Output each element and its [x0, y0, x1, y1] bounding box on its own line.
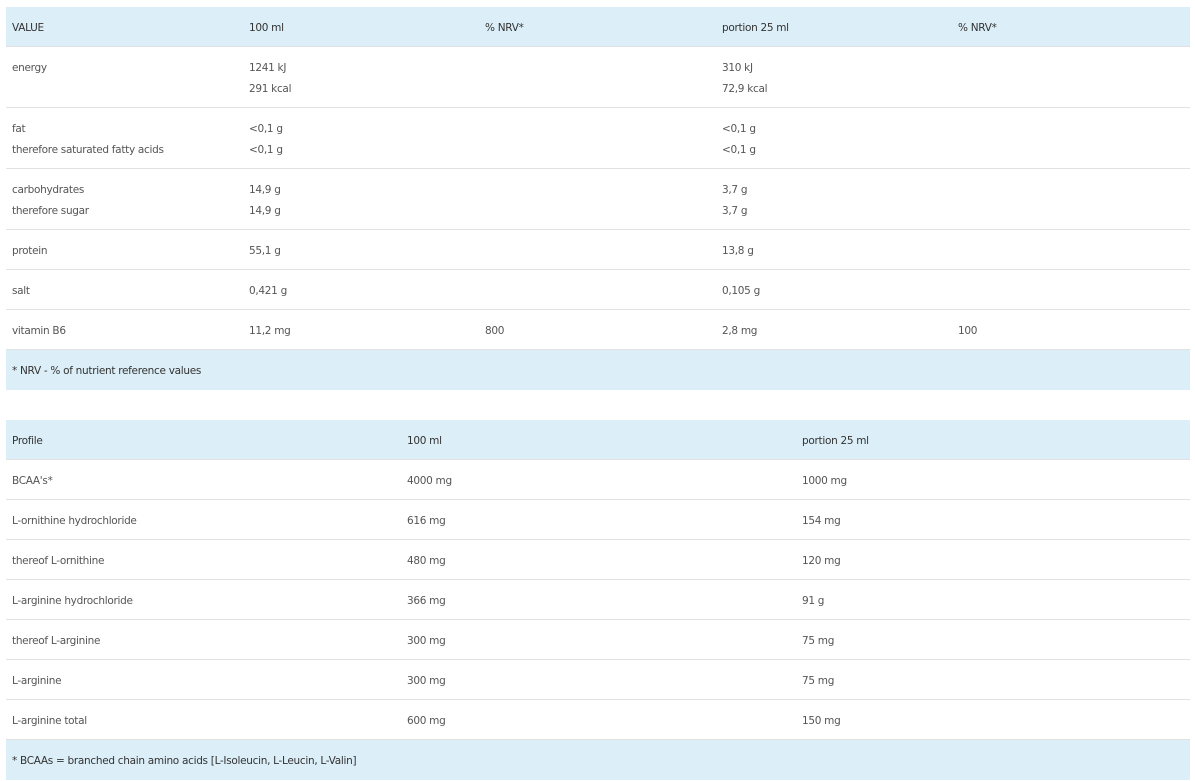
- header-profile: Profile: [12, 435, 43, 447]
- value-portion: <0,1 g <0,1 g: [722, 123, 756, 156]
- profile-label: BCAA's*: [12, 475, 53, 487]
- bcaa-footnote: * BCAAs = branched chain amino acids [L-…: [12, 755, 357, 767]
- profile-footnote-row: * BCAAs = branched chain amino acids [L-…: [6, 740, 1190, 780]
- value-100ml: <0,1 g <0,1 g: [249, 123, 283, 156]
- value-100ml: 14,9 g 14,9 g: [249, 184, 281, 217]
- header-100ml: 100 ml: [407, 435, 442, 447]
- table-row: thereof L-arginine 300 mg 75 mg: [6, 620, 1190, 660]
- nrv-footnote: * NRV - % of nutrient reference values: [12, 365, 202, 377]
- header-portion: portion 25 ml: [722, 22, 789, 34]
- header-nrv-portion: % NRV*: [958, 22, 997, 34]
- nutrient-label: carbohydrates therefore sugar: [12, 184, 89, 217]
- value-100ml: 4000 mg: [407, 475, 452, 487]
- table-row: thereof L-ornithine 480 mg 120 mg: [6, 540, 1190, 580]
- value-portion: 75 mg: [802, 635, 835, 647]
- nutrition-footnote-row: * NRV - % of nutrient reference values: [6, 350, 1190, 390]
- table-row: L-arginine hydrochloride 366 mg 91 g: [6, 580, 1190, 620]
- table-row: BCAA's* 4000 mg 1000 mg: [6, 460, 1190, 500]
- value-portion: 154 mg: [802, 515, 841, 527]
- value-100ml: 11,2 mg: [249, 325, 291, 337]
- nrv-100ml: 800: [485, 325, 505, 337]
- table-row: L-arginine 300 mg 75 mg: [6, 660, 1190, 700]
- nutrient-label: fat therefore saturated fatty acids: [12, 123, 164, 156]
- nrv-portion: 100: [958, 325, 978, 337]
- value-100ml: 616 mg: [407, 515, 446, 527]
- value-portion: 1000 mg: [802, 475, 847, 487]
- amino-profile-table: Profile 100 ml portion 25 ml BCAA's* 400…: [6, 420, 1190, 780]
- table-row: L-arginine total 600 mg 150 mg: [6, 700, 1190, 740]
- table-row: energy 1241 kJ 291 kcal 310 kJ 72,9 kcal: [6, 47, 1190, 108]
- header-portion: portion 25 ml: [802, 435, 869, 447]
- profile-label: L-ornithine hydrochloride: [12, 515, 137, 527]
- table-row: fat therefore saturated fatty acids <0,1 …: [6, 108, 1190, 169]
- table-row: carbohydrates therefore sugar 14,9 g 14,9 …: [6, 169, 1190, 230]
- value-portion: 75 mg: [802, 675, 835, 687]
- header-100ml: 100 ml: [249, 22, 284, 34]
- value-100ml: 480 mg: [407, 555, 446, 567]
- nutrient-label: energy: [12, 62, 47, 74]
- profile-label: L-arginine: [12, 675, 62, 687]
- nutrient-label: salt: [12, 285, 30, 297]
- table-row: protein 55,1 g 13,8 g: [6, 230, 1190, 270]
- value-portion: 150 mg: [802, 715, 841, 727]
- value-portion: 2,8 mg: [722, 325, 758, 337]
- profile-label: thereof L-ornithine: [12, 555, 105, 567]
- value-100ml: 55,1 g: [249, 245, 281, 257]
- value-100ml: 1241 kJ 291 kcal: [249, 62, 292, 95]
- value-100ml: 300 mg: [407, 675, 446, 687]
- nutrient-label: protein: [12, 245, 48, 257]
- profile-header-row: Profile 100 ml portion 25 ml: [6, 420, 1190, 460]
- value-portion: 3,7 g 3,7 g: [722, 184, 748, 217]
- nutrient-label: vitamin B6: [12, 325, 66, 337]
- nutrition-header-row: VALUE 100 ml % NRV* portion 25 ml % NRV*: [6, 7, 1190, 47]
- value-100ml: 300 mg: [407, 635, 446, 647]
- value-100ml: 366 mg: [407, 595, 446, 607]
- value-100ml: 0,421 g: [249, 285, 287, 297]
- table-row: salt 0,421 g 0,105 g: [6, 270, 1190, 310]
- value-portion: 310 kJ 72,9 kcal: [722, 62, 768, 95]
- value-portion: 91 g: [802, 595, 825, 607]
- table-row: vitamin B6 11,2 mg 800 2,8 mg 100: [6, 310, 1190, 350]
- value-portion: 13,8 g: [722, 245, 754, 257]
- nutrition-table: VALUE 100 ml % NRV* portion 25 ml % NRV*…: [6, 7, 1190, 390]
- table-row: L-ornithine hydrochloride 616 mg 154 mg: [6, 500, 1190, 540]
- profile-label: thereof L-arginine: [12, 635, 101, 647]
- profile-label: L-arginine total: [12, 715, 87, 727]
- header-nrv-100ml: % NRV*: [485, 22, 524, 34]
- profile-label: L-arginine hydrochloride: [12, 595, 133, 607]
- value-portion: 0,105 g: [722, 285, 760, 297]
- value-portion: 120 mg: [802, 555, 841, 567]
- header-value: VALUE: [12, 22, 44, 34]
- value-100ml: 600 mg: [407, 715, 446, 727]
